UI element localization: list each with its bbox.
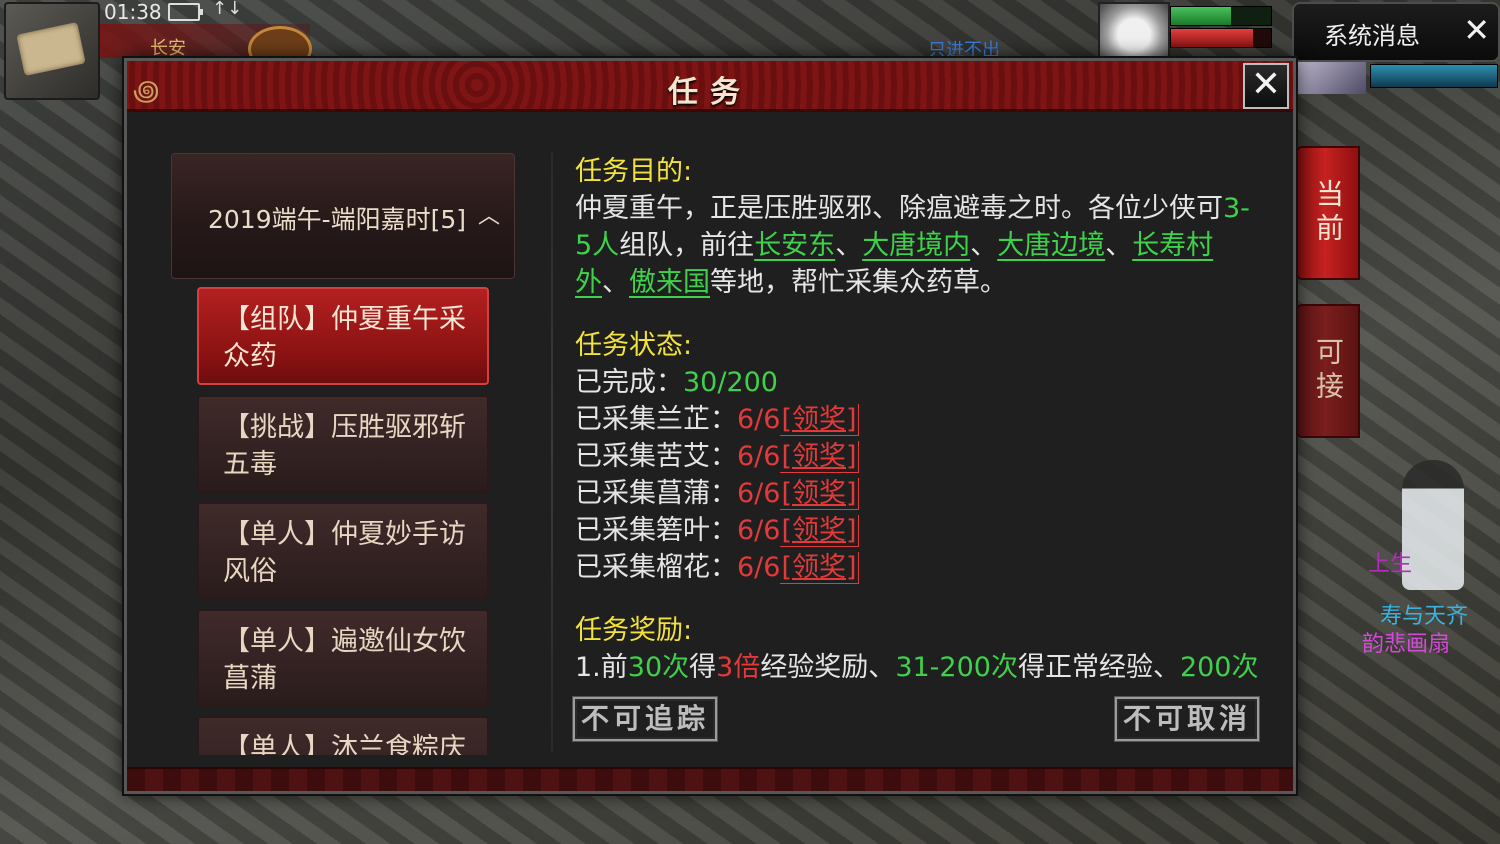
uncancelable-button[interactable]: 不可取消 (1115, 697, 1259, 741)
quest-item-invite-fairies[interactable]: 【单人】遍邀仙女饮菖蒲 (197, 609, 489, 707)
reward-multiplier: 3倍 (716, 652, 761, 683)
system-message-panel[interactable]: 系统消息 ✕ (1292, 2, 1500, 62)
quest-item-gather-herbs[interactable]: 【组队】仲夏重午采众药 (197, 287, 489, 385)
separator: 、 (1105, 230, 1133, 261)
herb-row: 已采集兰芷：6/6[领奖] (575, 401, 1255, 438)
quest-list[interactable]: 2019端午-端阳嘉时[5] ︿ 【组队】仲夏重午采众药 【挑战】压胜驱邪斩五毒… (171, 153, 517, 755)
place-link-aolai[interactable]: 傲来国 (629, 267, 710, 298)
herb-value: 6/6 (737, 552, 781, 583)
herb-label: 已采集榴花： (575, 552, 737, 583)
system-message-label: 系统消息 (1324, 22, 1420, 50)
reward-part: 经验奖励、 (760, 652, 896, 683)
separator: 、 (835, 230, 863, 261)
herb-label: 已采集箬叶： (575, 515, 737, 546)
reward-count: 200次 (1179, 652, 1259, 683)
quest-category-label: 2019端午-端阳嘉时[5] (208, 205, 467, 234)
pet-mp-bar (1170, 28, 1272, 48)
herb-value: 6/6 (737, 515, 781, 546)
reward-count: 31-200次 (895, 652, 1018, 683)
herb-label: 已采集菖蒲： (575, 478, 737, 509)
herb-row: 已采集苦艾：6/6[领奖] (575, 438, 1255, 475)
claim-reward-link[interactable]: [领奖] (780, 478, 859, 510)
herb-value: 6/6 (737, 441, 781, 472)
herb-row: 已采集榴花：6/6[领奖] (575, 549, 1255, 586)
separator: 、 (602, 267, 629, 298)
status-heading: 任务状态: (575, 330, 693, 361)
dialog-close-button[interactable]: ✕ (1243, 63, 1289, 109)
tab-current[interactable]: 当前 (1296, 146, 1360, 280)
tab-available[interactable]: 可接 (1296, 304, 1360, 438)
separator: 、 (970, 230, 998, 261)
reward-text: 1.前30次得3倍经验奖励、31-200次得正常经验、200次 (575, 649, 1259, 686)
objective-heading: 任务目的: (575, 156, 693, 187)
quest-dialog: ꩜ 任务 ✕ 2019端午-端阳嘉时[5] ︿ 【组队】仲夏重午采众药 【挑战】… (124, 58, 1296, 794)
objective-text-part3: 等地，帮忙采集众药草。 (710, 267, 1007, 298)
completed-label: 已完成： (575, 367, 683, 398)
quest-item-orchid-zongzi[interactable]: 【单人】沐兰食粽庆 (197, 716, 489, 755)
claim-reward-link[interactable]: [领奖] (780, 552, 859, 584)
herb-value: 6/6 (737, 478, 781, 509)
dialog-footer-ornament (127, 767, 1293, 791)
quest-item-slay-five-poisons[interactable]: 【挑战】压胜驱邪斩五毒 (197, 395, 489, 493)
chevron-up-icon: ︿ (478, 204, 501, 229)
quest-item-visit-customs[interactable]: 【单人】仲夏妙手访风俗 (197, 502, 489, 600)
dialog-title: 任务 (668, 75, 752, 110)
herb-row: 已采集箬叶：6/6[领奖] (575, 512, 1255, 549)
scene-label-1: 上生 (1368, 552, 1413, 577)
completed-row: 已完成：30/200 (575, 364, 1255, 401)
herb-label: 已采集苦艾： (575, 441, 737, 472)
untrackable-button[interactable]: 不可追踪 (573, 697, 717, 741)
herb-label: 已采集兰芷： (575, 404, 737, 435)
reward-heading: 任务奖励: (575, 615, 693, 646)
objective-text-part1: 仲夏重午，正是压胜驱邪、除瘟避毒之时。各位少侠可 (575, 193, 1223, 224)
objective-text: 仲夏重午，正是压胜驱邪、除瘟避毒之时。各位少侠可3-5人组队，前往长安东、大唐境… (575, 190, 1255, 301)
place-link-changan-east[interactable]: 长安东 (754, 230, 835, 261)
location-name: 长安 (150, 38, 186, 59)
claim-reward-link[interactable]: [领奖] (780, 515, 859, 547)
reward-part: 得正常经验、 (1017, 652, 1180, 683)
completed-value: 30/200 (683, 367, 778, 398)
herb-row: 已采集菖蒲：6/6[领奖] (575, 475, 1255, 512)
herb-value: 6/6 (737, 404, 781, 435)
quest-category-button[interactable]: 2019端午-端阳嘉时[5] ︿ (171, 153, 515, 279)
minimap-button[interactable] (4, 2, 100, 100)
map-scroll-icon (16, 22, 86, 76)
objective-text-part2: 组队，前往 (619, 230, 755, 261)
claim-reward-link[interactable]: [领奖] (780, 404, 859, 436)
reward-count: 30次 (627, 652, 690, 683)
player-status-bar (1370, 64, 1498, 88)
pet-avatar[interactable] (1098, 2, 1170, 62)
quest-detail: 任务目的: 仲夏重午，正是压胜驱邪、除瘟避毒之时。各位少侠可3-5人组队，前往长… (575, 153, 1259, 686)
clock: 01:38 (104, 0, 162, 24)
scene-label-3: 韵悲画扇 (1362, 632, 1451, 657)
place-link-datang-inner[interactable]: 大唐境内 (862, 230, 970, 261)
pet-hp-bar (1170, 6, 1272, 26)
system-message-close-icon[interactable]: ✕ (1463, 10, 1490, 50)
reward-part: 1.前 (575, 652, 628, 683)
panel-divider (551, 151, 553, 751)
reward-part: 得 (689, 652, 717, 683)
battery-icon (168, 3, 203, 21)
place-link-datang-border[interactable]: 大唐边境 (997, 230, 1105, 261)
dialog-header: ꩜ 任务 ✕ (127, 61, 1293, 112)
signal-icon: ↑↓ (212, 0, 243, 19)
claim-reward-link[interactable]: [领奖] (780, 441, 859, 473)
